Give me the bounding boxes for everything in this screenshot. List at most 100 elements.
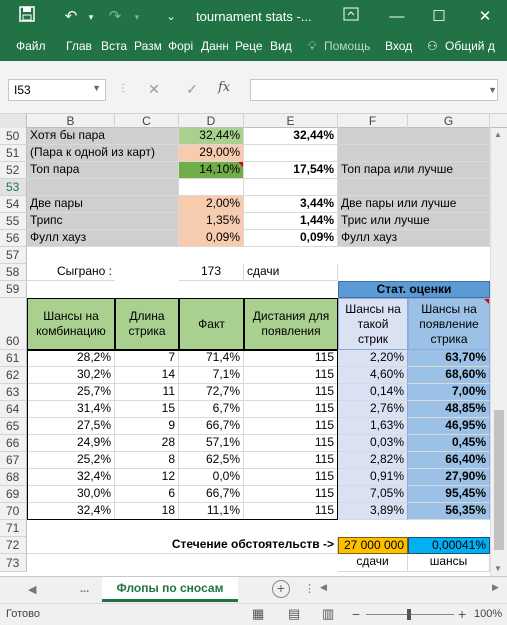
cell-f56[interactable]: Фулл хауз: [338, 230, 490, 247]
row-header[interactable]: 68: [0, 469, 27, 486]
row-header[interactable]: 52: [0, 162, 27, 179]
cell-b55[interactable]: Трипс: [27, 213, 179, 230]
cell-b51[interactable]: (Пара к одной из карт): [27, 145, 179, 162]
cell-fact[interactable]: 6,7%: [179, 401, 244, 418]
cell-streak-chance[interactable]: 2,76%: [338, 401, 408, 418]
cell-combination-chance[interactable]: 24,9%: [27, 435, 115, 452]
customize-toolbar-icon[interactable]: ⌄: [160, 6, 182, 28]
minimize-icon[interactable]: —: [386, 6, 408, 28]
cell-distance[interactable]: 115: [244, 503, 338, 520]
tab-formulas[interactable]: Форі: [168, 39, 195, 53]
row-header[interactable]: 69: [0, 486, 27, 503]
column-header-g[interactable]: G: [408, 114, 490, 128]
cell-d50[interactable]: 32,44%: [179, 128, 244, 145]
vertical-scrollbar[interactable]: ▲ ▼: [490, 128, 507, 576]
undo-dropdown-icon[interactable]: ▾: [80, 6, 102, 28]
cell-streak-chance[interactable]: 2,20%: [338, 350, 408, 367]
cell-e50[interactable]: 32,44%: [244, 128, 338, 145]
cell-b56[interactable]: Фулл хауз: [27, 230, 179, 247]
row-header[interactable]: 72: [0, 537, 27, 554]
page-break-icon[interactable]: ▥: [322, 606, 334, 622]
maximize-icon[interactable]: ☐: [428, 6, 450, 28]
formula-input[interactable]: [250, 79, 498, 101]
row-header[interactable]: 66: [0, 435, 27, 452]
cell-distance[interactable]: 115: [244, 469, 338, 486]
cell-appearance-chance[interactable]: 7,00%: [408, 384, 490, 401]
cell-distance[interactable]: 115: [244, 452, 338, 469]
row-header[interactable]: 57: [0, 247, 27, 264]
column-header-e[interactable]: E: [244, 114, 338, 128]
row-header[interactable]: 51: [0, 145, 27, 162]
prev-sheet-icon[interactable]: ◀: [28, 583, 36, 596]
row-header[interactable]: 65: [0, 418, 27, 435]
cell-f52[interactable]: Топ пара или лучше: [338, 162, 490, 179]
zoom-in-button[interactable]: +: [458, 606, 466, 622]
sheet-tab-active[interactable]: Флопы по сносам: [102, 577, 238, 602]
row-header[interactable]: 58: [0, 264, 27, 281]
column-header-b[interactable]: B: [27, 114, 115, 128]
close-icon[interactable]: ✕: [474, 6, 496, 28]
sign-in-link[interactable]: Вход: [385, 39, 415, 53]
cell-f72[interactable]: 27 000 000: [338, 537, 408, 554]
cell-d52[interactable]: 14,10%: [179, 162, 244, 179]
cell-d53[interactable]: [179, 179, 244, 196]
row-header[interactable]: 59: [0, 281, 27, 298]
cell-streak-chance[interactable]: 0,91%: [338, 469, 408, 486]
tab-layout[interactable]: Разм: [134, 39, 162, 53]
cell-distance[interactable]: 115: [244, 486, 338, 503]
row-header[interactable]: 63: [0, 384, 27, 401]
header-appearance-chance[interactable]: Шансы на появление стрика: [408, 298, 490, 350]
row-header[interactable]: 62: [0, 367, 27, 384]
cell-f51[interactable]: [338, 145, 490, 162]
cell-fact[interactable]: 66,7%: [179, 486, 244, 503]
zoom-level[interactable]: 100%: [474, 608, 502, 620]
cell-d58[interactable]: 173: [179, 264, 244, 281]
cell-streak-chance[interactable]: 0,03%: [338, 435, 408, 452]
row-header[interactable]: 71: [0, 520, 27, 537]
zoom-out-button[interactable]: −: [352, 606, 360, 622]
row-header-selected[interactable]: 53: [0, 179, 27, 196]
cell-f73[interactable]: сдачи: [338, 554, 408, 572]
scroll-up-icon[interactable]: ▲: [494, 130, 502, 139]
cell-appearance-chance[interactable]: 63,70%: [408, 350, 490, 367]
cell-g73[interactable]: шансы: [408, 554, 490, 572]
cell-e52[interactable]: 17,54%: [244, 162, 338, 179]
cell-fact[interactable]: 7,1%: [179, 367, 244, 384]
cell-b52[interactable]: Топ пара: [27, 162, 179, 179]
header-distance[interactable]: Дистания для появления: [244, 298, 338, 350]
cell-combination-chance[interactable]: 25,2%: [27, 452, 115, 469]
scroll-right-icon[interactable]: ▶: [492, 582, 499, 593]
cell-combination-chance[interactable]: 25,7%: [27, 384, 115, 401]
column-header-d[interactable]: D: [179, 114, 244, 128]
cell-streak-length[interactable]: 11: [115, 384, 179, 401]
cell-streak-length[interactable]: 12: [115, 469, 179, 486]
cell-combination-chance[interactable]: 30,0%: [27, 486, 115, 503]
cell-f55[interactable]: Трис или лучше: [338, 213, 490, 230]
cell-distance[interactable]: 115: [244, 435, 338, 452]
cell-appearance-chance[interactable]: 48,85%: [408, 401, 490, 418]
cancel-icon[interactable]: ✕: [144, 81, 164, 98]
cell-f50[interactable]: [338, 128, 490, 145]
add-sheet-button[interactable]: +: [272, 580, 290, 598]
cell-appearance-chance[interactable]: 27,90%: [408, 469, 490, 486]
cell-fact[interactable]: 0,0%: [179, 469, 244, 486]
tab-review[interactable]: Реце: [235, 39, 263, 53]
cell-f54[interactable]: Две пары или лучше: [338, 196, 490, 213]
row-header[interactable]: 67: [0, 452, 27, 469]
cell-f53[interactable]: [338, 179, 490, 196]
chevron-down-icon[interactable]: ▼: [92, 83, 101, 93]
share-button[interactable]: Общий д: [445, 39, 503, 53]
cell-distance[interactable]: 115: [244, 418, 338, 435]
cell-d54[interactable]: 2,00%: [179, 196, 244, 213]
cell-fact[interactable]: 72,7%: [179, 384, 244, 401]
cell-combination-chance[interactable]: 31,4%: [27, 401, 115, 418]
cell-fact[interactable]: 66,7%: [179, 418, 244, 435]
insert-function-icon[interactable]: fx: [218, 80, 230, 95]
column-header-f[interactable]: F: [338, 114, 408, 128]
cell-d55[interactable]: 1,35%: [179, 213, 244, 230]
cell-streak-chance[interactable]: 3,89%: [338, 503, 408, 520]
cell-appearance-chance[interactable]: 46,95%: [408, 418, 490, 435]
cell-streak-length[interactable]: 8: [115, 452, 179, 469]
horizontal-scrollbar[interactable]: ◀ ▶: [320, 582, 500, 596]
cell-appearance-chance[interactable]: 66,40%: [408, 452, 490, 469]
